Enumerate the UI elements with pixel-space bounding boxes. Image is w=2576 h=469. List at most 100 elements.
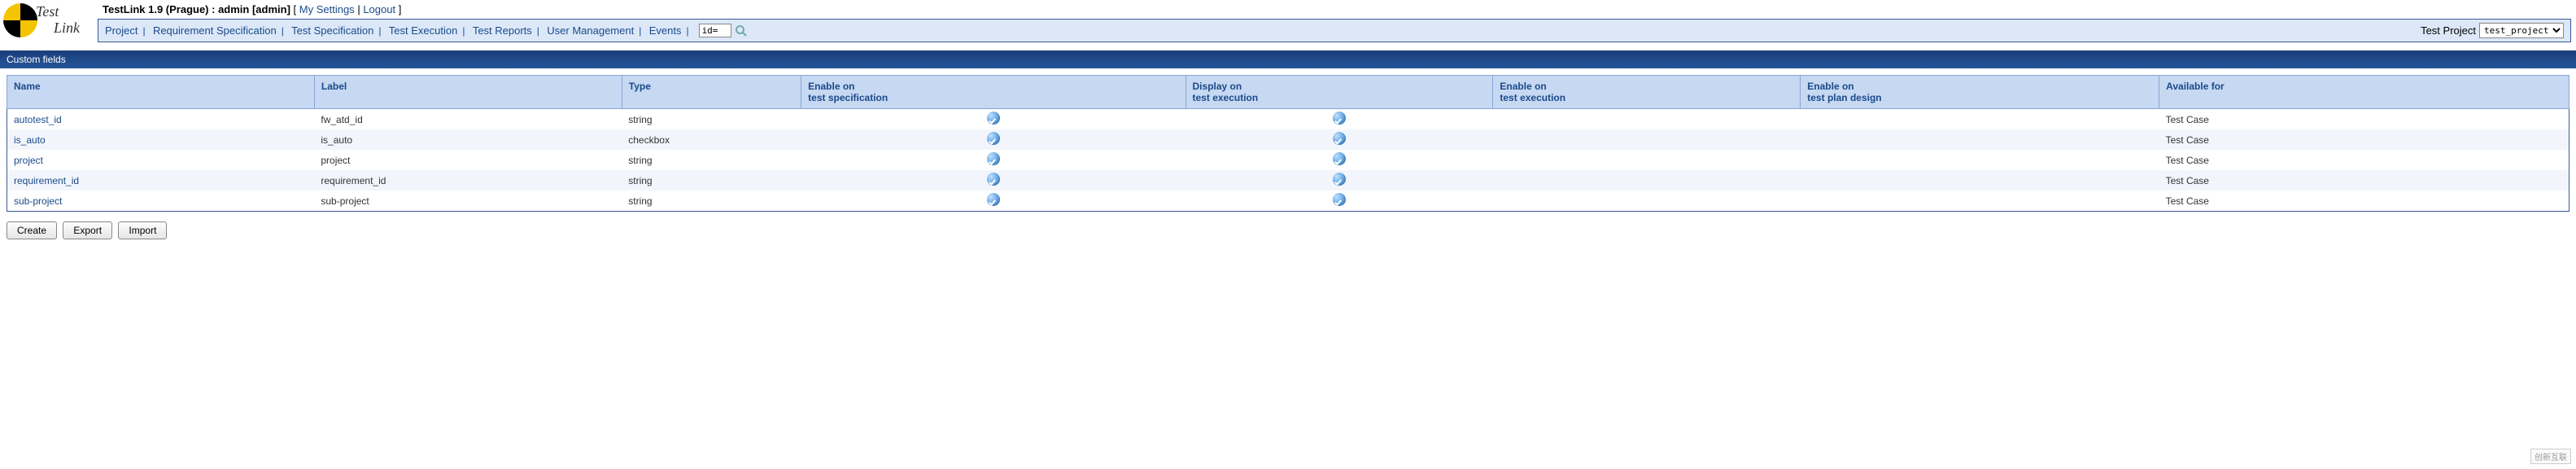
check-icon (1333, 132, 1346, 145)
bracket-close: ] (399, 3, 402, 15)
app-title: TestLink 1.9 (Prague) : admin [admin] (103, 3, 290, 15)
cell-enable-exec (1493, 109, 1801, 130)
logo-text-top: Test (36, 3, 59, 20)
logo[interactable]: Test Link (0, 2, 90, 39)
cell-type: string (622, 170, 801, 191)
cell-enable-plan (1801, 150, 2159, 170)
th-type[interactable]: Type (622, 76, 801, 109)
th-enable-spec[interactable]: Enable on test specification (801, 76, 1185, 109)
cell-available-for: Test Case (2159, 150, 2569, 170)
section-title: Custom fields (7, 54, 66, 65)
check-icon (987, 173, 1000, 186)
cell-name: project (7, 150, 315, 170)
cell-display-exec (1185, 191, 1493, 212)
cell-name: autotest_id (7, 109, 315, 130)
search-icon[interactable] (735, 24, 748, 37)
my-settings-link[interactable]: My Settings (299, 3, 355, 15)
cell-label: requirement_id (314, 170, 622, 191)
cell-type: string (622, 191, 801, 212)
export-button[interactable]: Export (63, 221, 112, 239)
nav-user-mgmt[interactable]: User Management (547, 24, 634, 37)
check-icon (987, 193, 1000, 206)
custom-fields-table: Name Label Type Enable on test specifica… (7, 75, 2569, 212)
search-input[interactable] (699, 24, 731, 37)
cf-name-link[interactable]: project (14, 155, 43, 166)
cell-enable-plan (1801, 109, 2159, 130)
table-row: sub-projectsub-projectstringTest Case (7, 191, 2569, 212)
cell-display-exec (1185, 150, 1493, 170)
table-row: is_autois_autocheckboxTest Case (7, 129, 2569, 150)
watermark: 创新互联 (2530, 449, 2571, 464)
bracket-open: [ (294, 3, 299, 15)
nav-req-spec[interactable]: Requirement Specification (153, 24, 277, 37)
th-name[interactable]: Name (7, 76, 315, 109)
cell-enable-exec (1493, 191, 1801, 212)
cell-type: checkbox (622, 129, 801, 150)
check-icon (987, 152, 1000, 165)
table-row: autotest_idfw_atd_idstringTest Case (7, 109, 2569, 130)
cell-name: is_auto (7, 129, 315, 150)
test-project-label: Test Project (2421, 24, 2476, 37)
check-icon (1333, 193, 1346, 206)
cell-enable-plan (1801, 129, 2159, 150)
test-project-select[interactable]: test_project (2479, 23, 2564, 38)
content-area: Name Label Type Enable on test specifica… (0, 68, 2576, 246)
cell-label: is_auto (314, 129, 622, 150)
cell-label: fw_atd_id (314, 109, 622, 130)
cell-display-exec (1185, 170, 1493, 191)
logout-link[interactable]: Logout (363, 3, 395, 15)
th-enable-plan[interactable]: Enable on test plan design (1801, 76, 2159, 109)
th-enable-exec[interactable]: Enable on test execution (1493, 76, 1801, 109)
cf-name-link[interactable]: sub-project (14, 195, 62, 207)
th-display-exec[interactable]: Display on test execution (1185, 76, 1493, 109)
nav-project[interactable]: Project (105, 24, 138, 37)
cell-enable-exec (1493, 170, 1801, 191)
cell-enable-plan (1801, 170, 2159, 191)
cell-type: string (622, 150, 801, 170)
cell-enable-spec (801, 170, 1185, 191)
import-button[interactable]: Import (118, 221, 167, 239)
nav-links: Project| Requirement Specification| Test… (105, 24, 694, 37)
cell-available-for: Test Case (2159, 129, 2569, 150)
cell-enable-spec (801, 150, 1185, 170)
cell-name: sub-project (7, 191, 315, 212)
cf-name-link[interactable]: autotest_id (14, 114, 62, 125)
top-bar: Test Link TestLink 1.9 (Prague) : admin … (0, 0, 2576, 42)
cell-type: string (622, 109, 801, 130)
create-button[interactable]: Create (7, 221, 57, 239)
cell-display-exec (1185, 129, 1493, 150)
cell-enable-exec (1493, 150, 1801, 170)
check-icon (987, 132, 1000, 145)
table-row: projectprojectstringTest Case (7, 150, 2569, 170)
check-icon (1333, 173, 1346, 186)
logo-text-bottom: Link (54, 20, 80, 37)
table-header-row: Name Label Type Enable on test specifica… (7, 76, 2569, 109)
cell-enable-spec (801, 129, 1185, 150)
nav-test-spec[interactable]: Test Specification (291, 24, 373, 37)
top-content: TestLink 1.9 (Prague) : admin [admin] [ … (98, 2, 2576, 42)
nav-bar: Project| Requirement Specification| Test… (98, 19, 2571, 42)
logo-icon (3, 3, 37, 37)
th-available-for[interactable]: Available for (2159, 76, 2569, 109)
cell-name: requirement_id (7, 170, 315, 191)
cell-available-for: Test Case (2159, 191, 2569, 212)
nav-test-reports[interactable]: Test Reports (473, 24, 532, 37)
cell-available-for: Test Case (2159, 170, 2569, 191)
nav-test-exec[interactable]: Test Execution (389, 24, 458, 37)
check-icon (1333, 112, 1346, 125)
cell-enable-plan (1801, 191, 2159, 212)
title-line: TestLink 1.9 (Prague) : admin [admin] [ … (98, 2, 2576, 17)
check-icon (987, 112, 1000, 125)
cell-enable-exec (1493, 129, 1801, 150)
section-title-bar: Custom fields (0, 50, 2576, 68)
cell-display-exec (1185, 109, 1493, 130)
cell-label: project (314, 150, 622, 170)
th-label[interactable]: Label (314, 76, 622, 109)
nav-events[interactable]: Events (649, 24, 682, 37)
table-row: requirement_idrequirement_idstringTest C… (7, 170, 2569, 191)
button-row: Create Export Import (7, 221, 2569, 239)
cf-name-link[interactable]: requirement_id (14, 175, 79, 186)
cell-enable-spec (801, 191, 1185, 212)
cf-name-link[interactable]: is_auto (14, 134, 46, 146)
cell-label: sub-project (314, 191, 622, 212)
